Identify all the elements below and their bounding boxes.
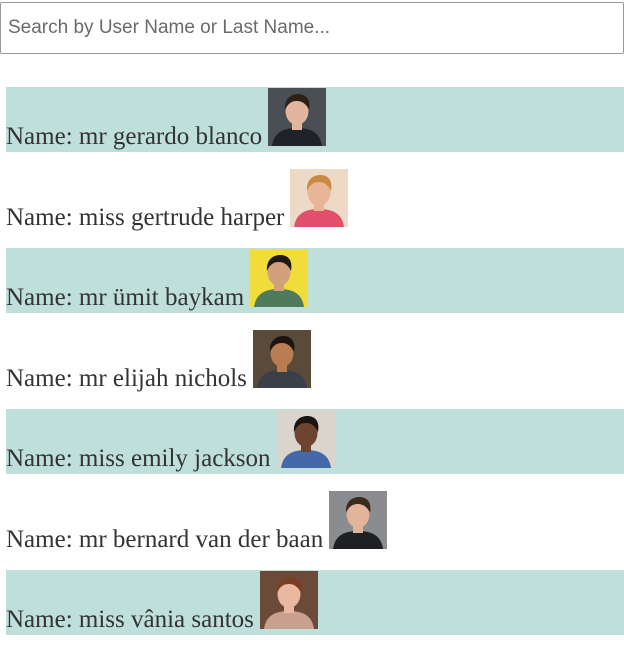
user-list-item: Name: mr elijah nichols — [6, 329, 624, 394]
man-portrait-dark-suit — [268, 88, 327, 146]
user-list-item: Name: miss emily jackson — [6, 409, 624, 474]
man-portrait-yellow-bg-image — [250, 249, 309, 307]
search-input[interactable] — [0, 2, 624, 54]
woman-portrait-brown-hair-image — [259, 571, 318, 629]
user-name: Name: miss emily jackson — [6, 445, 271, 472]
user-name: Name: mr bernard van der baan — [6, 525, 324, 553]
woman-portrait-brown-hair — [259, 571, 318, 629]
woman-portrait-blonde — [290, 168, 349, 227]
user-list-item: Name: miss gertrude harper — [6, 168, 624, 233]
woman-portrait-curly-hair-image — [276, 410, 335, 468]
user-name: Name: miss vânia santos — [6, 606, 254, 633]
user-list-item: Name: mr gerardo blanco — [6, 87, 624, 152]
user-name: Name: mr ümit baykam — [6, 284, 245, 311]
user-list: Name: mr gerardo blanco Name: miss gertr… — [6, 87, 624, 651]
user-list-item: Name: mr ümit baykam — [6, 248, 624, 313]
user-name: Name: mr elijah nichols — [6, 364, 247, 392]
user-list-item: Name: mr bernard van der baan — [6, 490, 624, 555]
man-portrait-grey-bg-image — [329, 490, 388, 549]
man-portrait-smiling — [252, 329, 311, 388]
user-name: Name: miss gertrude harper — [6, 203, 285, 231]
man-portrait-grey-bg — [329, 490, 388, 549]
man-portrait-yellow-bg — [250, 249, 309, 307]
man-portrait-dark-suit-image — [268, 88, 327, 146]
woman-portrait-blonde-image — [290, 168, 349, 227]
woman-portrait-curly-hair — [276, 410, 335, 468]
user-name: Name: mr gerardo blanco — [6, 123, 263, 150]
user-list-item: Name: miss vânia santos — [6, 570, 624, 635]
man-portrait-smiling-image — [252, 329, 311, 388]
